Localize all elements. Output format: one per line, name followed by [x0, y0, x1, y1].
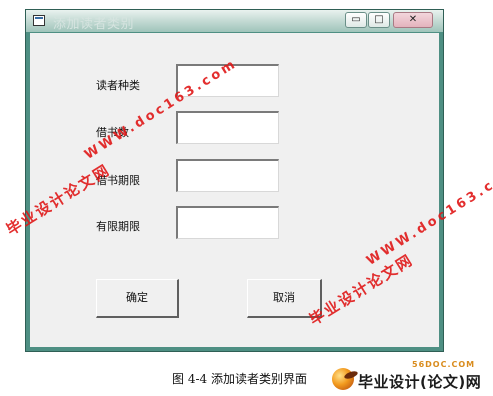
title-bar[interactable]: 添加读者类别 ▭ □ ✕: [26, 10, 443, 32]
dialog-body: 读者种类 借书数 借书期限 有限期限 确定 取消: [30, 33, 439, 347]
cancel-button[interactable]: 取消: [247, 279, 322, 318]
window-icon: [33, 15, 45, 26]
logo-text: 毕业设计(论文)网: [358, 373, 482, 391]
borrow-period-input[interactable]: [176, 159, 279, 192]
reader-type-input[interactable]: [176, 64, 279, 97]
logo-small-text: 56DOC.COM: [412, 360, 476, 369]
valid-period-input[interactable]: [176, 206, 279, 239]
window-title: 添加读者类别: [53, 17, 135, 32]
close-button[interactable]: ✕: [393, 12, 433, 28]
borrow-count-label: 借书数: [96, 126, 129, 139]
minimize-button[interactable]: ▭: [345, 12, 367, 28]
dialog-window: 添加读者类别 ▭ □ ✕ 读者种类 借书数 借书期限 有限期限 确定 取消: [25, 9, 444, 352]
valid-period-label: 有限期限: [96, 220, 140, 233]
borrow-period-label: 借书期限: [96, 174, 140, 187]
site-logo: 56DOC.COM 毕业设计(论文)网: [330, 360, 490, 394]
reader-type-label: 读者种类: [96, 79, 140, 92]
maximize-button[interactable]: □: [368, 12, 390, 28]
figure-caption: 图 4-4 添加读者类别界面: [172, 372, 307, 386]
borrow-count-input[interactable]: [176, 111, 279, 144]
ok-button[interactable]: 确定: [96, 279, 179, 318]
